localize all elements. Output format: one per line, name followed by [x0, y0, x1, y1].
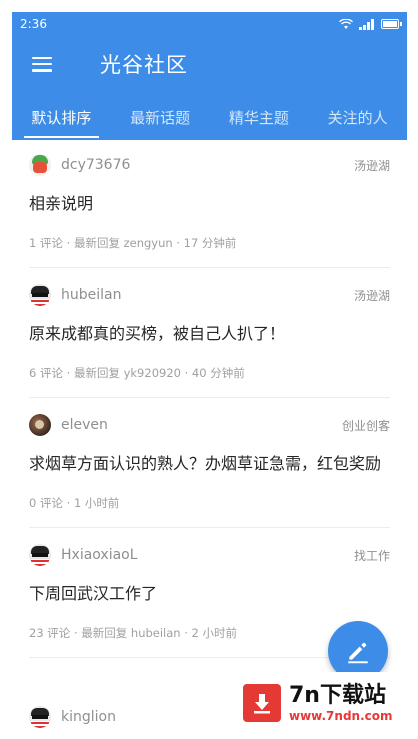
avatar[interactable]: [29, 284, 51, 306]
topic-meta: 1 评论 · 最新回复 zengyun · 17 分钟前: [29, 236, 237, 250]
tab-default-sort[interactable]: 默认排序: [12, 100, 111, 140]
divider: [29, 527, 390, 528]
topic-title[interactable]: 求烟草方面认识的熟人？办烟草证急需，红包奖励: [29, 450, 390, 477]
topic-header: HxiaoxiaoL 找工作: [29, 544, 390, 566]
tab-latest-topics[interactable]: 最新话题: [111, 100, 210, 140]
topic-list: dcy73676 汤逊湖 相亲说明 1 评论 · 最新回复 zengyun · …: [12, 154, 407, 674]
tab-bar: 默认排序 最新话题 精华主题 关注的人: [12, 100, 407, 140]
username[interactable]: eleven: [61, 417, 108, 433]
topic-node[interactable]: 汤逊湖: [354, 157, 390, 174]
watermark-title: 7n下载站: [289, 683, 386, 708]
avatar[interactable]: [29, 154, 51, 176]
topic-node[interactable]: 找工作: [354, 547, 390, 564]
avatar[interactable]: [29, 544, 51, 566]
watermark-url: www.7ndn.com: [289, 709, 393, 723]
topic-author[interactable]: kinglion: [29, 706, 116, 728]
topic-node[interactable]: 汤逊湖: [354, 287, 390, 304]
topic-node[interactable]: 创业创客: [342, 417, 390, 434]
username[interactable]: HxiaoxiaoL: [61, 547, 138, 563]
topic-item[interactable]: hubeilan 汤逊湖 原来成都真的买榜，被自己人扒了！ 6 评论 · 最新回…: [12, 284, 407, 381]
tab-following[interactable]: 关注的人: [308, 100, 407, 140]
page-title: 光谷社区: [100, 53, 188, 77]
topic-title[interactable]: 下周回武汉工作了: [29, 580, 390, 607]
topic-item[interactable]: dcy73676 汤逊湖 相亲说明 1 评论 · 最新回复 zengyun · …: [12, 154, 407, 251]
watermark: 7n下载站 www.7ndn.com: [233, 672, 413, 734]
topic-title[interactable]: 相亲说明: [29, 190, 390, 217]
topic-header: hubeilan 汤逊湖: [29, 284, 390, 306]
app-bar: 2:36 光谷社区 默认排序 最新话题 精华主题 关注的人: [12, 12, 407, 140]
topic-meta: 6 评论 · 最新回复 yk920920 · 40 分钟前: [29, 366, 245, 380]
app-frame: 2:36 光谷社区 默认排序 最新话题 精华主题 关注的人 dcy73676 汤…: [12, 12, 407, 739]
status-icons: [339, 18, 402, 30]
topic-author[interactable]: hubeilan: [29, 284, 121, 306]
topic-header: dcy73676 汤逊湖: [29, 154, 390, 176]
topic-author[interactable]: HxiaoxiaoL: [29, 544, 138, 566]
username[interactable]: dcy73676: [61, 157, 130, 173]
username[interactable]: kinglion: [61, 709, 116, 725]
topic-title[interactable]: 原来成都真的买榜，被自己人扒了！: [29, 320, 390, 347]
battery-icon: [381, 19, 402, 29]
avatar[interactable]: [29, 414, 51, 436]
username[interactable]: hubeilan: [61, 287, 121, 303]
signal-icon: [359, 18, 374, 30]
topic-header: eleven 创业创客: [29, 414, 390, 436]
topic-author[interactable]: eleven: [29, 414, 108, 436]
divider: [29, 397, 390, 398]
status-time: 2:36: [20, 17, 47, 31]
tab-featured-topics[interactable]: 精华主题: [210, 100, 309, 140]
divider: [29, 267, 390, 268]
edit-icon: [348, 642, 368, 664]
watermark-text: 7n下载站 www.7ndn.com: [289, 683, 393, 723]
topic-meta: 0 评论 · 1 小时前: [29, 496, 120, 510]
download-icon: [243, 684, 281, 722]
avatar[interactable]: [29, 706, 51, 728]
topic-author[interactable]: dcy73676: [29, 154, 130, 176]
status-bar: 2:36: [12, 12, 407, 36]
toolbar: 光谷社区: [12, 36, 407, 92]
topic-item[interactable]: eleven 创业创客 求烟草方面认识的熟人？办烟草证急需，红包奖励 0 评论 …: [12, 414, 407, 511]
wifi-icon: [339, 18, 353, 29]
menu-icon[interactable]: [32, 56, 52, 72]
